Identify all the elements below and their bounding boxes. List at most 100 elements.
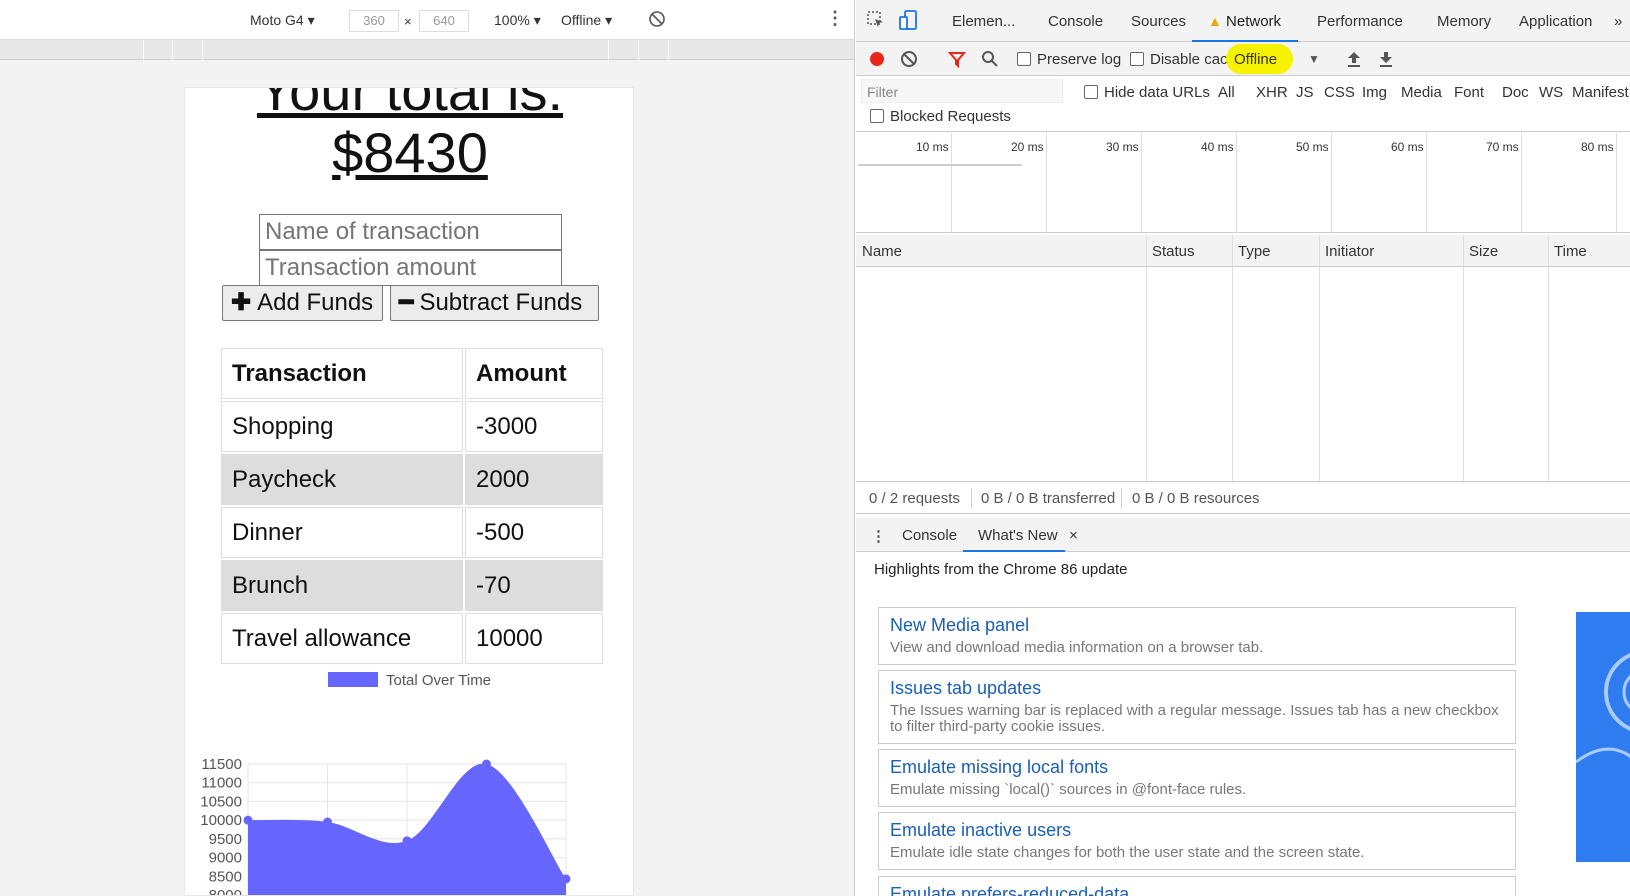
clear-icon[interactable] (900, 50, 918, 72)
network-throttle-select[interactable]: Offline ▾ (561, 12, 612, 29)
column-size[interactable]: Size (1469, 243, 1498, 260)
filter-icon[interactable] (947, 50, 967, 72)
timeline-label: 30 ms (1106, 140, 1139, 154)
table-row: Shopping -3000 (221, 401, 603, 452)
requests-grid-header: Name Status Type Initiator Size Time (856, 235, 1630, 267)
y-tick-label: 11000 (201, 775, 242, 792)
transaction-amount: -70 (465, 560, 603, 611)
y-tick-label: 9500 (209, 831, 242, 848)
tab-memory[interactable]: Memory (1437, 13, 1491, 30)
hide-data-urls-checkbox[interactable]: Hide data URLs (1084, 84, 1210, 101)
transaction-name: Brunch (221, 560, 463, 611)
type-filter-media[interactable]: Media (1401, 84, 1442, 101)
media-query-ruler (0, 40, 854, 60)
timeline-gridline (1141, 133, 1142, 233)
height-input[interactable]: 640 (419, 10, 469, 32)
add-funds-button[interactable]: ✚ Add Funds (222, 285, 383, 321)
type-filter-img[interactable]: Img (1362, 84, 1387, 101)
preserve-log-checkbox[interactable]: Preserve log (1017, 51, 1121, 68)
column-initiator[interactable]: Initiator (1325, 243, 1374, 260)
preserve-log-label: Preserve log (1037, 51, 1122, 68)
grid-divider (1319, 235, 1320, 481)
transaction-amount: -500 (465, 507, 603, 558)
whats-new-card[interactable]: Emulate prefers-reduced-data (878, 876, 1516, 896)
tab-network[interactable]: ▲ Network (1208, 13, 1281, 30)
table-row: Travel allowance 10000 (221, 613, 603, 664)
more-options-icon[interactable]: ⋮ (826, 8, 844, 29)
upload-icon[interactable] (1346, 50, 1362, 72)
type-filter-ws[interactable]: WS (1539, 84, 1563, 101)
type-filter-xhr[interactable]: XHR (1256, 84, 1288, 101)
drawer-menu-icon[interactable]: ⋮ (871, 527, 886, 545)
filter-input[interactable]: Filter (861, 79, 1063, 103)
type-filter-manifest[interactable]: Manifest (1572, 84, 1629, 101)
transaction-name: Dinner (221, 507, 463, 558)
type-filter-doc[interactable]: Doc (1502, 84, 1529, 101)
chevron-down-icon[interactable]: ▼ (1308, 52, 1320, 66)
whats-new-card[interactable]: Issues tab updates The Issues warning ba… (878, 670, 1516, 744)
whats-new-heading: Highlights from the Chrome 86 update (874, 561, 1128, 578)
tab-sources[interactable]: Sources (1131, 13, 1186, 30)
record-icon[interactable] (868, 50, 886, 72)
drawer-tab-whats-new[interactable]: What's New (978, 527, 1058, 544)
transaction-name: Shopping (221, 401, 463, 452)
download-icon[interactable] (1378, 50, 1394, 72)
tab-performance[interactable]: Performance (1317, 13, 1403, 30)
tab-console[interactable]: Console (1048, 13, 1103, 30)
tab-network-label: Network (1226, 13, 1282, 30)
drawer-tab-console[interactable]: Console (902, 527, 957, 544)
timeline-gridline (951, 133, 952, 233)
type-filter-font[interactable]: Font (1454, 84, 1484, 101)
total-amount: $8430 (332, 121, 488, 184)
column-time[interactable]: Time (1554, 243, 1587, 260)
screen: Moto G4 ▾ 360 × 640 100% ▾ Offline ▾ ⋮ Y… (0, 0, 1630, 896)
timeline-label: 20 ms (1011, 140, 1044, 154)
search-icon[interactable] (981, 50, 999, 72)
resources-size: 0 B / 0 B resources (1132, 490, 1260, 507)
column-type[interactable]: Type (1238, 243, 1271, 260)
card-description: View and download media information on a… (890, 639, 1264, 656)
more-tabs-icon[interactable]: » (1614, 13, 1622, 30)
blocked-requests-checkbox[interactable]: Blocked Requests (870, 108, 1011, 125)
y-tick-label: 10000 (200, 812, 242, 829)
zoom-select[interactable]: 100% ▾ (494, 12, 541, 29)
devtools-panel: Elemen... Console Sources ▲ Network Perf… (856, 0, 1630, 896)
whats-new-card[interactable]: Emulate inactive users Emulate idle stat… (878, 812, 1516, 870)
plus-icon: ✚ (231, 289, 252, 316)
inspect-element-icon[interactable] (866, 10, 886, 34)
column-status[interactable]: Status (1152, 243, 1195, 260)
rotate-icon[interactable] (648, 9, 666, 32)
transactions-table: Transaction Amount Shopping -3000 Payche… (219, 346, 605, 666)
grid-divider (1548, 235, 1549, 481)
grid-divider (1463, 235, 1464, 481)
subtract-funds-button[interactable]: ━ Subtract Funds (390, 285, 599, 321)
device-select[interactable]: Moto G4 ▾ (250, 12, 315, 29)
chevron-down-icon: ▾ (605, 12, 613, 28)
table-row: Paycheck 2000 (221, 454, 603, 505)
type-filter-all[interactable]: All (1218, 84, 1235, 101)
throttling-select[interactable]: Offline (1234, 51, 1277, 68)
transaction-amount: -3000 (465, 401, 603, 452)
tab-application[interactable]: Application (1519, 13, 1592, 30)
grid-divider (1232, 235, 1233, 481)
whats-new-card[interactable]: Emulate missing local fonts Emulate miss… (878, 749, 1516, 807)
width-input[interactable]: 360 (349, 10, 399, 32)
type-filter-js[interactable]: JS (1296, 84, 1314, 101)
timeline-bar (858, 164, 1022, 166)
column-name[interactable]: Name (862, 243, 902, 260)
whats-new-card[interactable]: New Media panel View and download media … (878, 607, 1516, 665)
chevron-down-icon: ▾ (533, 12, 541, 28)
type-filter-css[interactable]: CSS (1324, 84, 1355, 101)
timeline-label: 40 ms (1201, 140, 1234, 154)
summary-separator (971, 488, 972, 508)
timeline-label: 50 ms (1296, 140, 1329, 154)
requests-count: 0 / 2 requests (869, 490, 960, 507)
hide-data-urls-label: Hide data URLs (1104, 84, 1210, 101)
device-emulation-pane: Moto G4 ▾ 360 × 640 100% ▾ Offline ▾ ⋮ Y… (0, 0, 855, 896)
close-icon[interactable]: × (1069, 527, 1078, 544)
transaction-amount-input[interactable]: Transaction amount (259, 250, 562, 286)
device-toolbar-toggle-icon[interactable] (898, 9, 918, 35)
tab-elements[interactable]: Elemen... (952, 13, 1015, 30)
transaction-name-input[interactable]: Name of transaction (259, 214, 562, 250)
timeline-gridline (1426, 133, 1427, 233)
